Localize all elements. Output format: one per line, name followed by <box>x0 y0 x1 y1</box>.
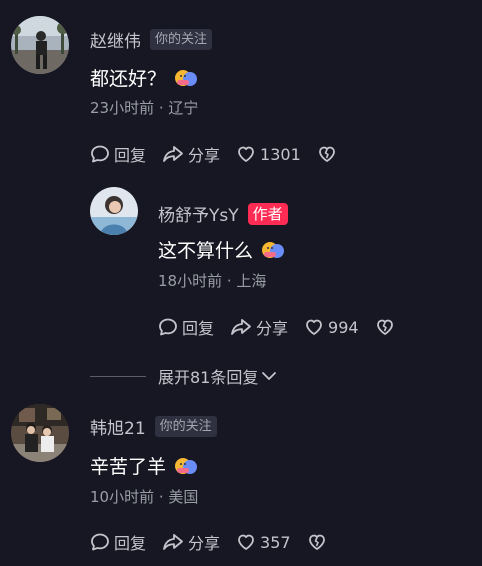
comment-text: 都还好？ <box>90 64 198 91</box>
comment-body: 这不算什么 <box>158 240 254 262</box>
share-button[interactable]: 分享 <box>230 315 288 339</box>
comment-actions: 回复 分享 357 <box>90 530 343 554</box>
hug-emoji-icon <box>174 67 198 89</box>
reply-label: 回复 <box>114 534 147 553</box>
comment-text: 辛苦了羊 <box>90 452 198 479</box>
author-badge: 作者 <box>247 202 288 225</box>
like-count: 1301 <box>260 144 301 164</box>
hug-emoji-icon <box>261 239 285 261</box>
share-button[interactable]: 分享 <box>162 530 220 554</box>
following-badge: 你的关注 <box>154 416 217 437</box>
broken-heart-icon <box>318 146 335 162</box>
like-button[interactable]: 357 <box>236 532 291 552</box>
reply-label: 回复 <box>114 146 147 165</box>
expand-replies-button[interactable]: 展开81条回复 <box>90 364 278 388</box>
chevron-down-icon <box>262 372 277 380</box>
comment-list: 赵继伟 你的关注 都还好？ 23小时前 · 辽宁 回复 分享 1301 杨舒予Y… <box>0 0 482 566</box>
comment-header: 赵继伟 你的关注 <box>90 27 213 52</box>
comment-meta: 10小时前 · 美国 <box>90 488 199 506</box>
comment-bubble-icon <box>91 533 109 551</box>
heart-icon <box>238 146 254 162</box>
dislike-button[interactable] <box>317 144 337 164</box>
comment-text: 这不算什么 <box>158 236 285 263</box>
comment-body: 辛苦了羊 <box>90 456 167 478</box>
share-button[interactable]: 分享 <box>162 142 220 166</box>
comment-meta: 18小时前 · 上海 <box>158 272 267 290</box>
dislike-button[interactable] <box>375 317 395 337</box>
reply-button[interactable]: 回复 <box>90 142 146 166</box>
share-arrow-icon <box>231 319 251 335</box>
share-label: 分享 <box>188 534 221 553</box>
comment-meta: 23小时前 · 辽宁 <box>90 99 199 117</box>
like-count: 994 <box>328 317 359 337</box>
comment-header: 韩旭21 你的关注 <box>90 414 217 439</box>
like-button[interactable]: 1301 <box>236 144 301 164</box>
comment-bubble-icon <box>159 318 177 336</box>
like-button[interactable]: 994 <box>304 317 359 337</box>
comment-bubble-icon <box>91 145 109 163</box>
username[interactable]: 杨舒予YsY <box>158 201 239 226</box>
share-label: 分享 <box>188 146 221 165</box>
reply-label: 回复 <box>182 319 215 338</box>
comment-body: 都还好？ <box>90 68 167 90</box>
comment-header: 杨舒予YsY 作者 <box>158 201 288 226</box>
broken-heart-icon <box>308 534 325 550</box>
divider-line <box>90 375 146 377</box>
avatar[interactable] <box>11 16 69 74</box>
heart-icon <box>306 319 322 335</box>
broken-heart-icon <box>376 319 393 335</box>
reply-button[interactable]: 回复 <box>90 530 146 554</box>
avatar[interactable] <box>11 404 69 462</box>
share-arrow-icon <box>163 146 183 162</box>
share-label: 分享 <box>256 319 289 338</box>
share-arrow-icon <box>163 534 183 550</box>
reply-button[interactable]: 回复 <box>158 315 214 339</box>
username[interactable]: 韩旭21 <box>90 414 146 439</box>
following-badge: 你的关注 <box>150 29 213 50</box>
heart-icon <box>238 534 254 550</box>
like-count: 357 <box>260 532 291 552</box>
comment-actions: 回复 分享 1301 <box>90 142 353 166</box>
comment-actions: 回复 分享 994 <box>158 315 411 339</box>
expand-replies-label: 展开81条回复 <box>158 368 259 387</box>
hug-emoji-icon <box>174 455 198 477</box>
avatar[interactable] <box>90 187 138 235</box>
dislike-button[interactable] <box>307 532 327 552</box>
username[interactable]: 赵继伟 <box>90 27 141 52</box>
